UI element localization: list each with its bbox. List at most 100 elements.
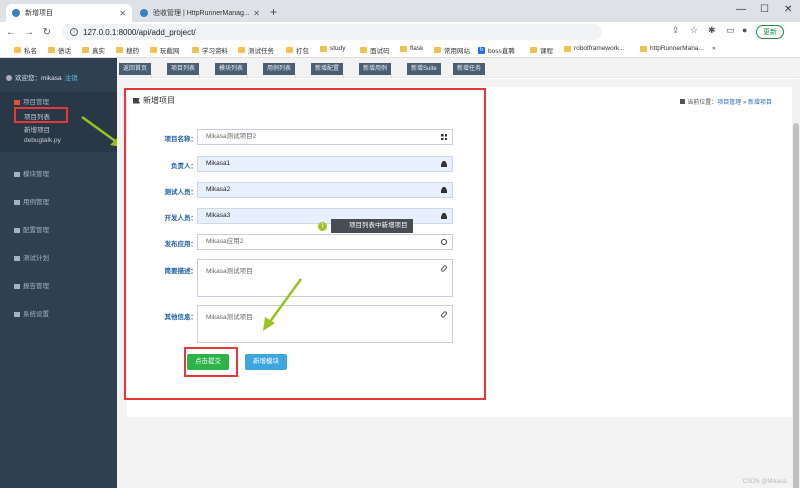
bookmark-item[interactable]: 课程 <box>530 45 553 55</box>
highlight-box <box>14 107 68 123</box>
folder-icon <box>48 47 55 53</box>
report-icon <box>14 283 20 289</box>
sidebar-item-label: 测试计划 <box>23 255 49 262</box>
breadcrumb-add-project[interactable]: 新增项目 <box>748 100 772 106</box>
back-icon[interactable]: ← <box>4 27 18 38</box>
sidebar-subitem-add-project[interactable]: 新增项目 <box>24 124 50 134</box>
scroll-thumb[interactable] <box>793 123 799 488</box>
app: 欢迎您：mikasa 注销 项目管理 项目列表 新增项目 debugtalk.py… <box>0 58 800 488</box>
sidebar-item-case-management[interactable]: 用例管理 <box>14 196 49 206</box>
cloud-icon <box>14 255 20 261</box>
share-icon[interactable]: ⇪ <box>672 25 680 36</box>
tab-add-project[interactable]: 新增项目 ✕ <box>6 4 132 22</box>
bookmark-label: 学习资料 <box>202 48 228 55</box>
topnav-project-list[interactable]: 项目列表 <box>167 63 200 75</box>
browser-tab-bar: 新增项目 ✕ 验收管理 | HttpRunnerManag... ✕ + — ☐… <box>0 0 800 22</box>
address-bar[interactable]: i 127.0.0.1:8000/api/add_project/ <box>62 24 602 40</box>
topnav-add-config[interactable]: 新增配置 <box>311 63 344 75</box>
topnav-add-suite[interactable]: 新增Suite <box>407 63 441 75</box>
gear-icon <box>14 227 20 233</box>
folder-icon <box>400 45 407 52</box>
extensions-icon[interactable]: ✱ <box>708 25 716 36</box>
bookmark-label: 搜药 <box>126 48 139 55</box>
bookmark-label: 真实 <box>92 48 105 55</box>
bookmark-item[interactable]: robotframework... <box>564 45 625 52</box>
tab-title: 验收管理 | HttpRunnerManag... <box>153 10 250 17</box>
sidebar-item-test-plan[interactable]: 测试计划 <box>14 252 49 262</box>
sidebar-item-label: 报告管理 <box>23 283 49 290</box>
sidebar-item-label: 模块管理 <box>23 171 49 178</box>
bookmark-item[interactable]: 测试任务 <box>238 45 274 55</box>
bookmark-label: 常用网站 <box>444 48 470 55</box>
welcome-text: 欢迎您：mikasa 注销 <box>6 72 78 82</box>
bookmark-label: 课程 <box>540 48 553 55</box>
forward-icon[interactable]: → <box>22 27 36 38</box>
bookmark-item[interactable]: flask <box>400 45 423 52</box>
info-icon[interactable]: i <box>70 28 78 36</box>
bookmark-label: 债话 <box>58 48 71 55</box>
sidebar-item-module-management[interactable]: 模块管理 <box>14 168 49 178</box>
breadcrumb-project-management[interactable]: 项目管理 <box>717 100 741 106</box>
sidebar-item-report-management[interactable]: 报告管理 <box>14 280 49 290</box>
close-icon[interactable]: ✕ <box>253 9 260 18</box>
close-icon[interactable]: ✕ <box>119 9 126 18</box>
bookmark-label: 玩截网 <box>160 48 180 55</box>
window-close-icon[interactable]: ✕ <box>784 4 792 15</box>
bookmark-item[interactable]: 玩截网 <box>150 45 180 55</box>
tab-title: 新增项目 <box>25 10 53 17</box>
topnav-add-case[interactable]: 新增用例 <box>359 63 392 75</box>
bookmark-item[interactable]: 打包 <box>286 45 309 55</box>
folder-icon <box>116 47 123 53</box>
folder-icon <box>564 45 571 52</box>
folder-icon <box>14 47 21 53</box>
watermark: CSDN @Mikasa. <box>742 479 788 485</box>
bug-icon <box>14 199 20 205</box>
folder-icon <box>434 47 441 53</box>
bookmark-label: 测试任务 <box>248 48 274 55</box>
bookmark-label: boss直聘 <box>488 48 515 55</box>
browser-toolbar: ← → ↻ i 127.0.0.1:8000/api/add_project/ … <box>0 22 800 42</box>
bookmark-item[interactable]: 债话 <box>48 45 71 55</box>
bookmark-item[interactable]: 真实 <box>82 45 105 55</box>
sidebar-item-project-management[interactable]: 项目管理 <box>14 96 49 106</box>
scrollbar[interactable] <box>792 79 800 488</box>
folder-icon <box>360 47 367 53</box>
bookmark-item[interactable]: 私名 <box>14 45 37 55</box>
tab-httprunner[interactable]: 验收管理 | HttpRunnerManag... ✕ <box>134 4 266 22</box>
topnav-module-list[interactable]: 模块列表 <box>215 63 248 75</box>
bookmark-item[interactable]: b boss直聘 <box>478 45 515 55</box>
boss-logo-icon: b <box>478 46 485 54</box>
update-button[interactable]: 更新 <box>756 25 784 39</box>
bookmark-item[interactable]: 搜药 <box>116 45 139 55</box>
folder-icon <box>192 47 199 53</box>
bookmark-label: robotframework... <box>574 45 625 52</box>
bookmark-label: flask <box>410 45 424 52</box>
star-icon[interactable]: ☆ <box>690 25 698 36</box>
bookmark-item[interactable]: 面试码 <box>360 45 390 55</box>
settings-icon <box>14 311 20 317</box>
sidebar-item-config-management[interactable]: 配置管理 <box>14 224 49 234</box>
sidebar-toggle-icon[interactable]: ▭ <box>726 25 735 36</box>
user-icon <box>6 75 12 82</box>
breadcrumb: 当前位置：项目管理 » 新增项目 <box>680 97 772 106</box>
topnav-case-list[interactable]: 用例列表 <box>263 63 296 75</box>
maximize-icon[interactable]: ☐ <box>760 4 769 15</box>
bookmark-item[interactable]: httpRunnerMana... <box>640 45 704 52</box>
update-label: 更新 <box>763 29 777 36</box>
bookmark-label: httpRunnerMana... <box>650 45 704 52</box>
module-icon <box>14 171 20 177</box>
bookmark-item[interactable]: study <box>320 45 346 52</box>
sidebar-item-system-settings[interactable]: 系统设置 <box>14 308 49 318</box>
sidebar-subitem-debugtalk[interactable]: debugtalk.py <box>24 137 61 144</box>
reload-icon[interactable]: ↻ <box>40 27 54 38</box>
bookmark-item[interactable]: 学习资料 <box>192 45 228 55</box>
bookmark-item[interactable]: 常用网站 <box>434 45 470 55</box>
profile-icon[interactable]: ● <box>742 25 747 35</box>
minimize-icon[interactable]: — <box>736 4 746 15</box>
new-tab-icon[interactable]: + <box>270 5 277 19</box>
logout-link[interactable]: 注销 <box>65 75 78 82</box>
sidebar-item-label: 配置管理 <box>23 227 49 234</box>
topnav-add-task[interactable]: 新增任务 <box>453 63 486 75</box>
topnav-home[interactable]: 返回首页 <box>119 63 152 75</box>
bookmarks-overflow-icon[interactable]: » <box>712 45 716 52</box>
